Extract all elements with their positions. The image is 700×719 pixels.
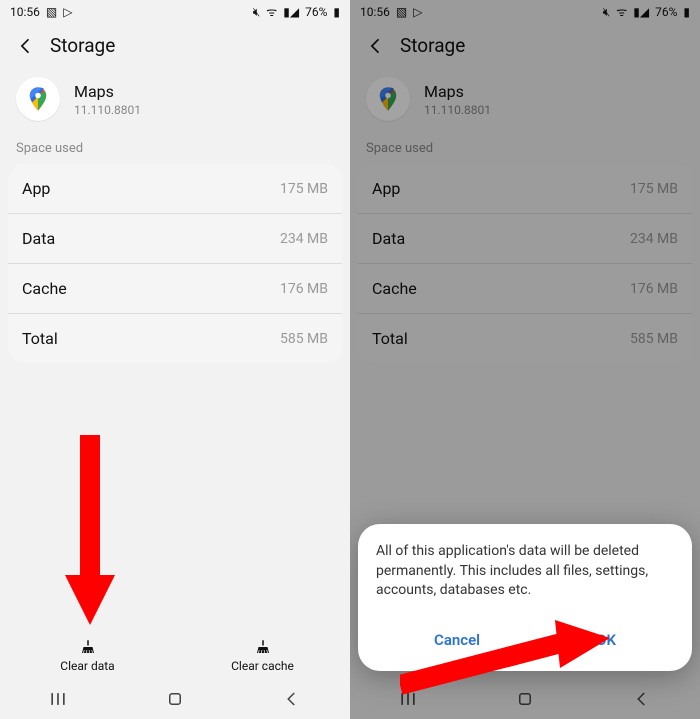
status-time: 10:56: [360, 5, 390, 19]
row-app: App 175 MB: [8, 164, 342, 214]
nav-back-button[interactable]: [281, 688, 303, 710]
page-title: Storage: [400, 34, 465, 57]
back-button[interactable]: [366, 36, 386, 56]
app-info-row: Maps 11.110.8801: [350, 69, 700, 141]
row-label: Total: [22, 329, 58, 348]
home-button[interactable]: [164, 688, 186, 710]
row-cache: Cache 176 MB: [8, 264, 342, 314]
row-value: 585 MB: [280, 331, 328, 347]
ok-button[interactable]: OK: [578, 623, 634, 657]
app-version: 11.110.8801: [74, 103, 141, 117]
row-data: Data 234 MB: [8, 214, 342, 264]
broom-icon: [79, 638, 97, 656]
row-label: App: [22, 179, 50, 198]
nav-back-button[interactable]: [631, 688, 653, 710]
mute-icon: 🔇︎: [253, 6, 261, 18]
broom-icon: [254, 638, 272, 656]
navigation-bar: [350, 679, 700, 719]
signal-icon: ▮◢: [633, 6, 649, 18]
action-label: Clear data: [60, 659, 114, 673]
recents-button[interactable]: [397, 688, 419, 710]
row-label: Cache: [22, 279, 67, 298]
row-value: 175 MB: [630, 181, 678, 197]
action-label: Clear cache: [231, 659, 294, 673]
wifi-icon: ᯤ: [266, 6, 277, 18]
back-button[interactable]: [16, 36, 36, 56]
dialog-message: All of this application's data will be d…: [376, 542, 674, 601]
status-bar: 10:56 ▧ ▷ 🔇︎ ᯤ ▮◢ 76% ▮: [0, 0, 350, 24]
battery-icon: ▮: [683, 6, 690, 18]
status-time: 10:56: [10, 5, 40, 19]
section-label: Space used: [350, 141, 700, 164]
wifi-icon: ᯤ: [616, 6, 627, 18]
row-total: Total 585 MB: [358, 314, 692, 363]
app-icon: [366, 77, 410, 121]
section-label: Space used: [0, 141, 350, 164]
signal-icon: ▮◢: [283, 6, 299, 18]
play-store-icon: ▷: [63, 6, 72, 18]
app-info-row: Maps 11.110.8801: [0, 69, 350, 141]
status-battery-pct: 76%: [305, 5, 327, 19]
storage-card: App 175 MB Data 234 MB Cache 176 MB Tota…: [8, 164, 342, 363]
app-version: 11.110.8801: [424, 103, 491, 117]
header: Storage: [0, 24, 350, 69]
picture-icon: ▧: [46, 6, 57, 18]
row-value: 585 MB: [630, 331, 678, 347]
row-label: Data: [372, 229, 405, 248]
header: Storage: [350, 24, 700, 69]
phone-right: 10:56 ▧ ▷ 🔇︎ ᯤ ▮◢ 76% ▮ Storage: [350, 0, 700, 719]
app-icon: [16, 77, 60, 121]
row-value: 176 MB: [280, 281, 328, 297]
clear-cache-button[interactable]: Clear cache: [175, 628, 350, 679]
cancel-button[interactable]: Cancel: [416, 623, 498, 657]
clear-data-button[interactable]: Clear data: [0, 628, 175, 679]
row-label: Cache: [372, 279, 417, 298]
row-app: App 175 MB: [358, 164, 692, 214]
play-store-icon: ▷: [413, 6, 422, 18]
row-value: 234 MB: [630, 231, 678, 247]
row-cache: Cache 176 MB: [358, 264, 692, 314]
confirm-dialog: All of this application's data will be d…: [358, 524, 692, 671]
storage-card: App 175 MB Data 234 MB Cache 176 MB Tota…: [358, 164, 692, 363]
status-battery-pct: 76%: [655, 5, 677, 19]
row-label: Total: [372, 329, 408, 348]
home-button[interactable]: [514, 688, 536, 710]
row-label: Data: [22, 229, 55, 248]
app-name: Maps: [74, 82, 141, 101]
annotation-arrow-icon: [60, 435, 120, 635]
row-value: 234 MB: [280, 231, 328, 247]
row-total: Total 585 MB: [8, 314, 342, 363]
row-value: 176 MB: [630, 281, 678, 297]
battery-icon: ▮: [333, 6, 340, 18]
status-bar: 10:56 ▧ ▷ 🔇︎ ᯤ ▮◢ 76% ▮: [350, 0, 700, 24]
app-name: Maps: [424, 82, 491, 101]
recents-button[interactable]: [47, 688, 69, 710]
row-label: App: [372, 179, 400, 198]
phone-left: 10:56 ▧ ▷ 🔇︎ ᯤ ▮◢ 76% ▮ Storage: [0, 0, 350, 719]
picture-icon: ▧: [396, 6, 407, 18]
mute-icon: 🔇︎: [603, 6, 611, 18]
row-data: Data 234 MB: [358, 214, 692, 264]
bottom-actions: Clear data Clear cache: [0, 628, 350, 679]
page-title: Storage: [50, 34, 115, 57]
row-value: 175 MB: [280, 181, 328, 197]
navigation-bar: [0, 679, 350, 719]
